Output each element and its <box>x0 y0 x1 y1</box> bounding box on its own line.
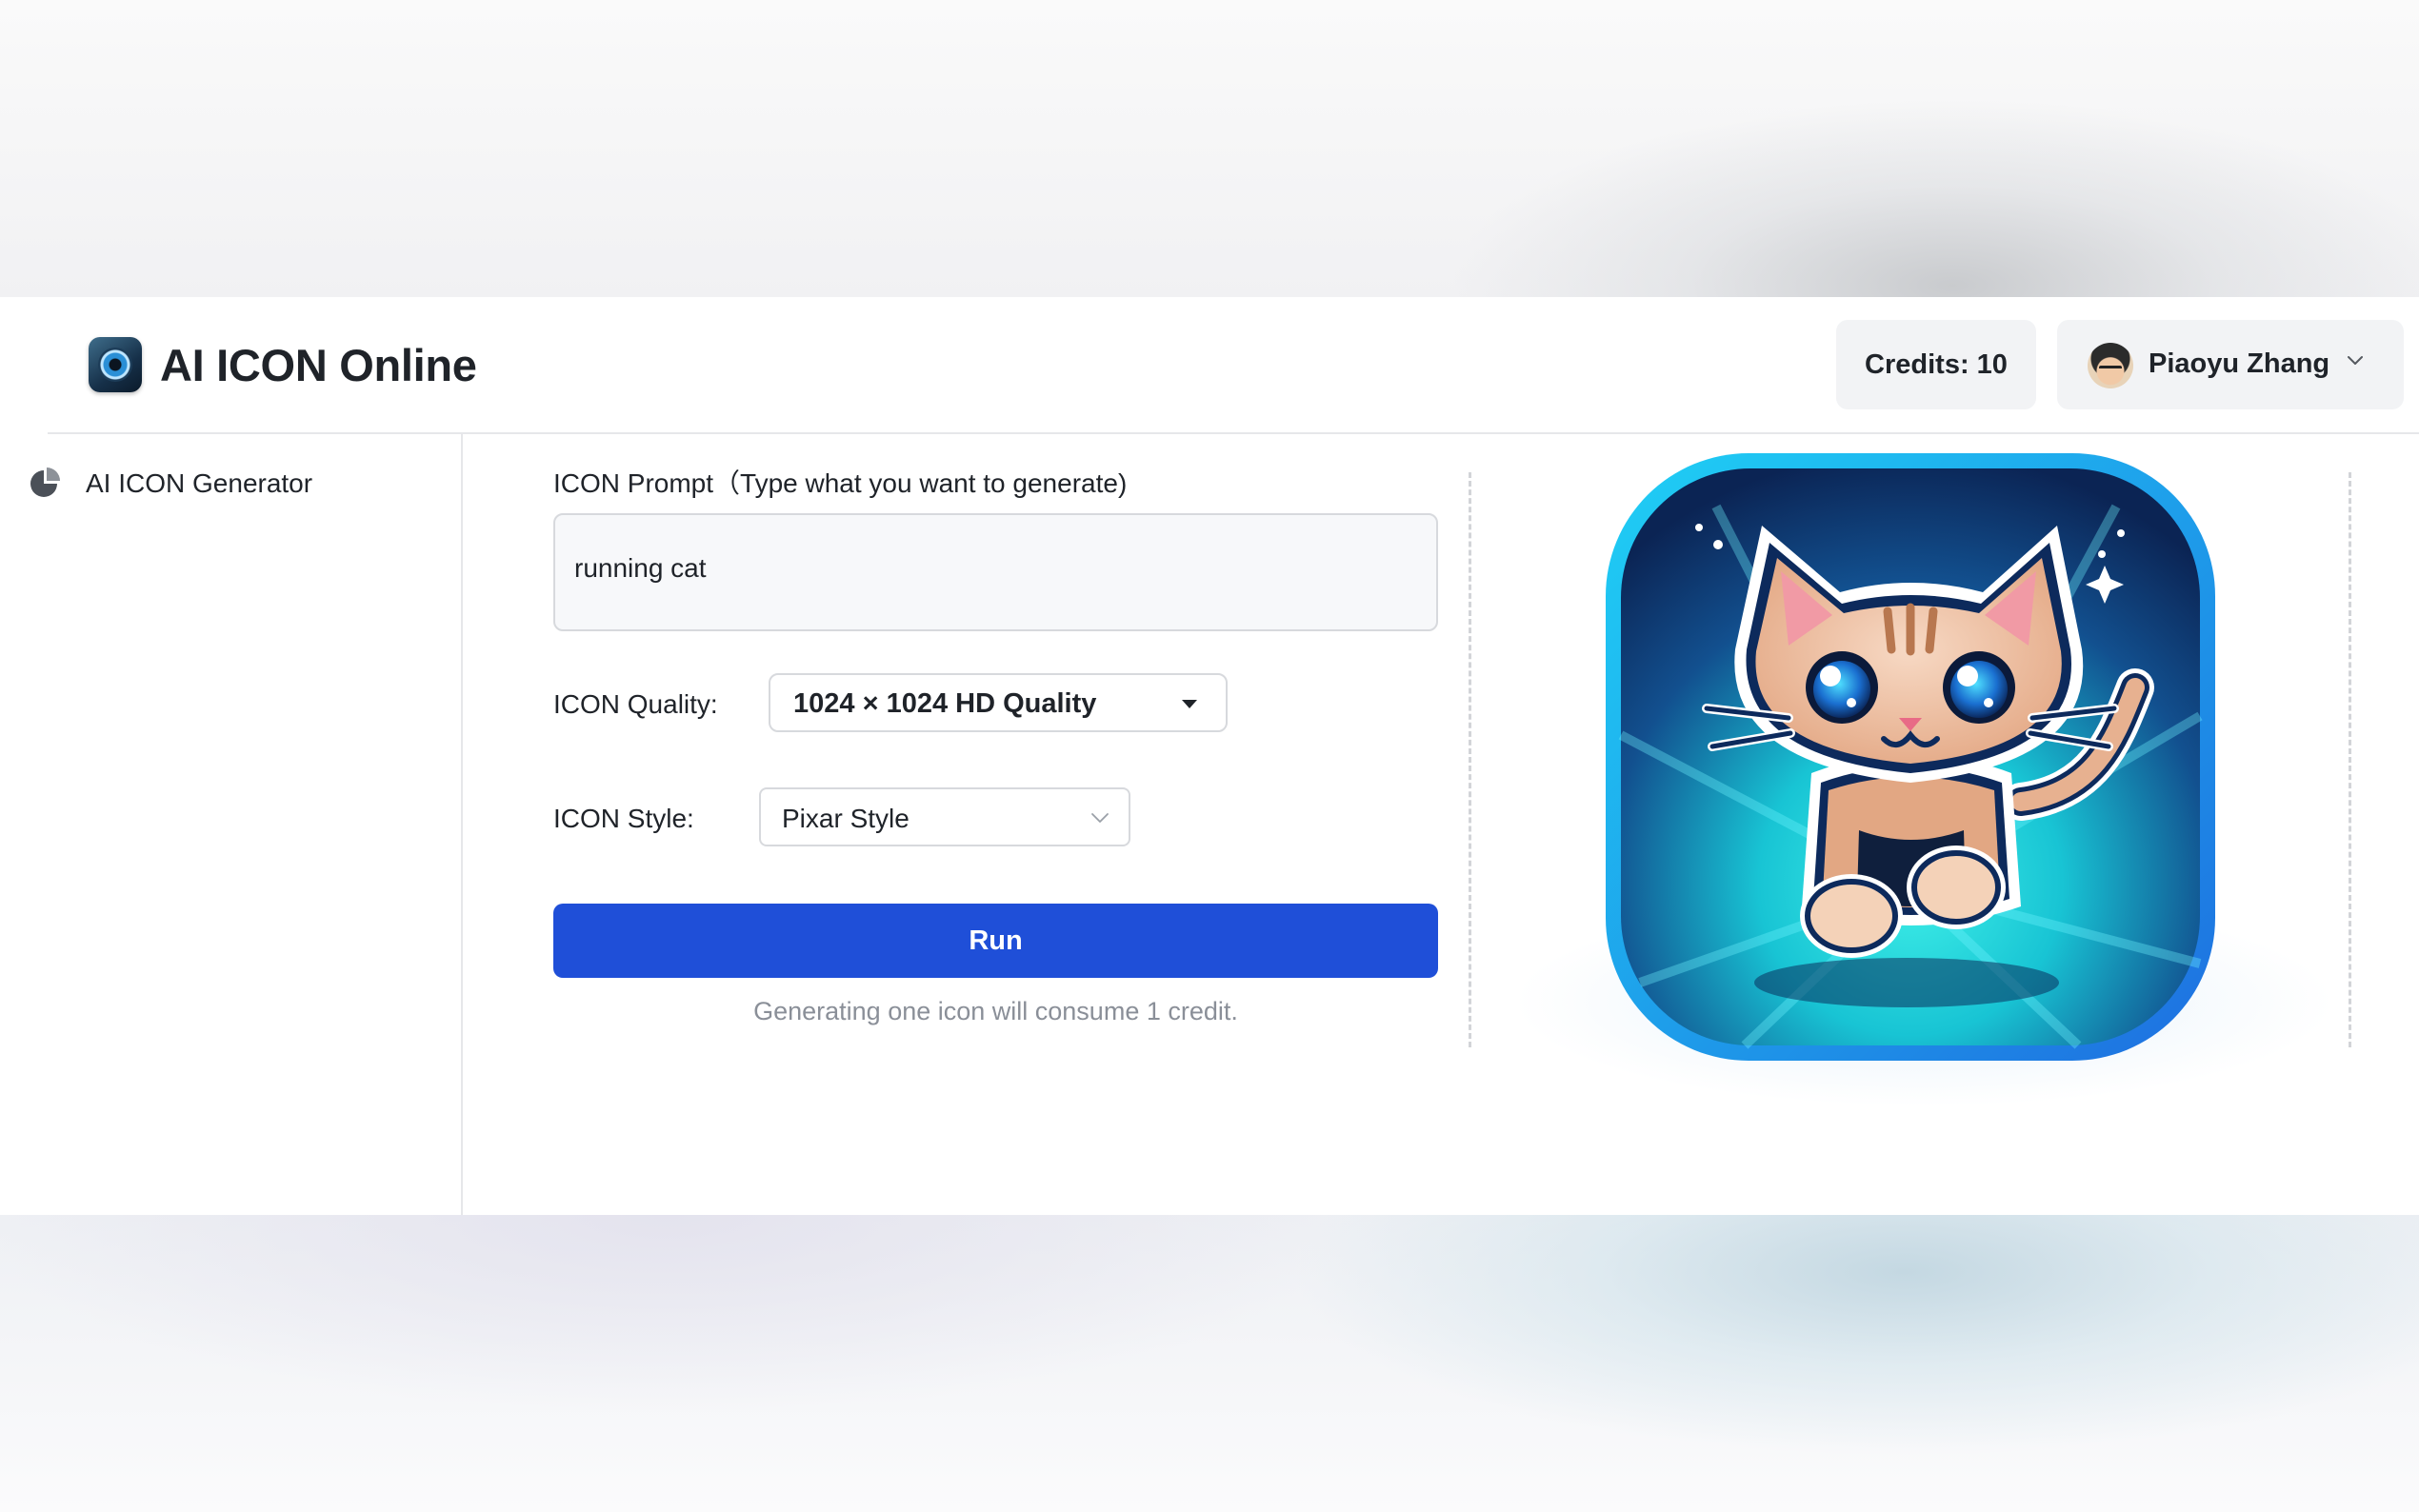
credit-hint: Generating one icon will consume 1 credi… <box>753 997 1238 1025</box>
pie-chart-icon <box>30 468 60 497</box>
prompt-input[interactable]: running cat <box>553 513 1438 631</box>
caret-down-icon <box>1182 700 1197 708</box>
preview-divider-right <box>2349 472 2351 1047</box>
run-button[interactable]: Run <box>553 904 1438 978</box>
avatar <box>2088 343 2133 388</box>
sidebar-item-ai-icon-generator[interactable]: AI ICON Generator <box>27 453 446 510</box>
background-top <box>0 0 2419 297</box>
background-bottom <box>0 1215 2419 1512</box>
style-label: ICON Style: <box>553 804 694 833</box>
prompt-label: ICON Prompt（Type what you want to genera… <box>553 468 1128 498</box>
preview-divider-left <box>1469 472 1471 1047</box>
quality-select[interactable]: 1024 × 1024 HD Quality <box>769 673 1228 732</box>
quality-selected-value: 1024 × 1024 HD Quality <box>793 688 1097 719</box>
chevron-down-icon <box>1091 813 1109 823</box>
style-select[interactable]: Pixar Style <box>759 787 1130 846</box>
user-menu-button[interactable]: Piaoyu Zhang <box>2057 320 2404 409</box>
style-selected-value: Pixar Style <box>782 804 910 833</box>
chevron-down-icon <box>2348 356 2363 365</box>
generated-cat-icon[interactable] <box>1602 449 2219 1064</box>
user-name: Piaoyu Zhang <box>2149 348 2330 379</box>
header: AI ICON Online Credits: 10 Piaoyu Zhang <box>0 297 2419 433</box>
app-logo-icon[interactable] <box>89 337 142 392</box>
app-title[interactable]: AI ICON Online <box>160 339 477 391</box>
quality-label: ICON Quality: <box>553 689 718 719</box>
sidebar-item-label: AI ICON Generator <box>86 468 313 498</box>
credits-button[interactable]: Credits: 10 <box>1836 320 2036 409</box>
app-window: AI ICON Online Credits: 10 Piaoyu Zhang … <box>0 297 2419 1215</box>
sidebar: AI ICON Generator <box>0 434 463 1215</box>
